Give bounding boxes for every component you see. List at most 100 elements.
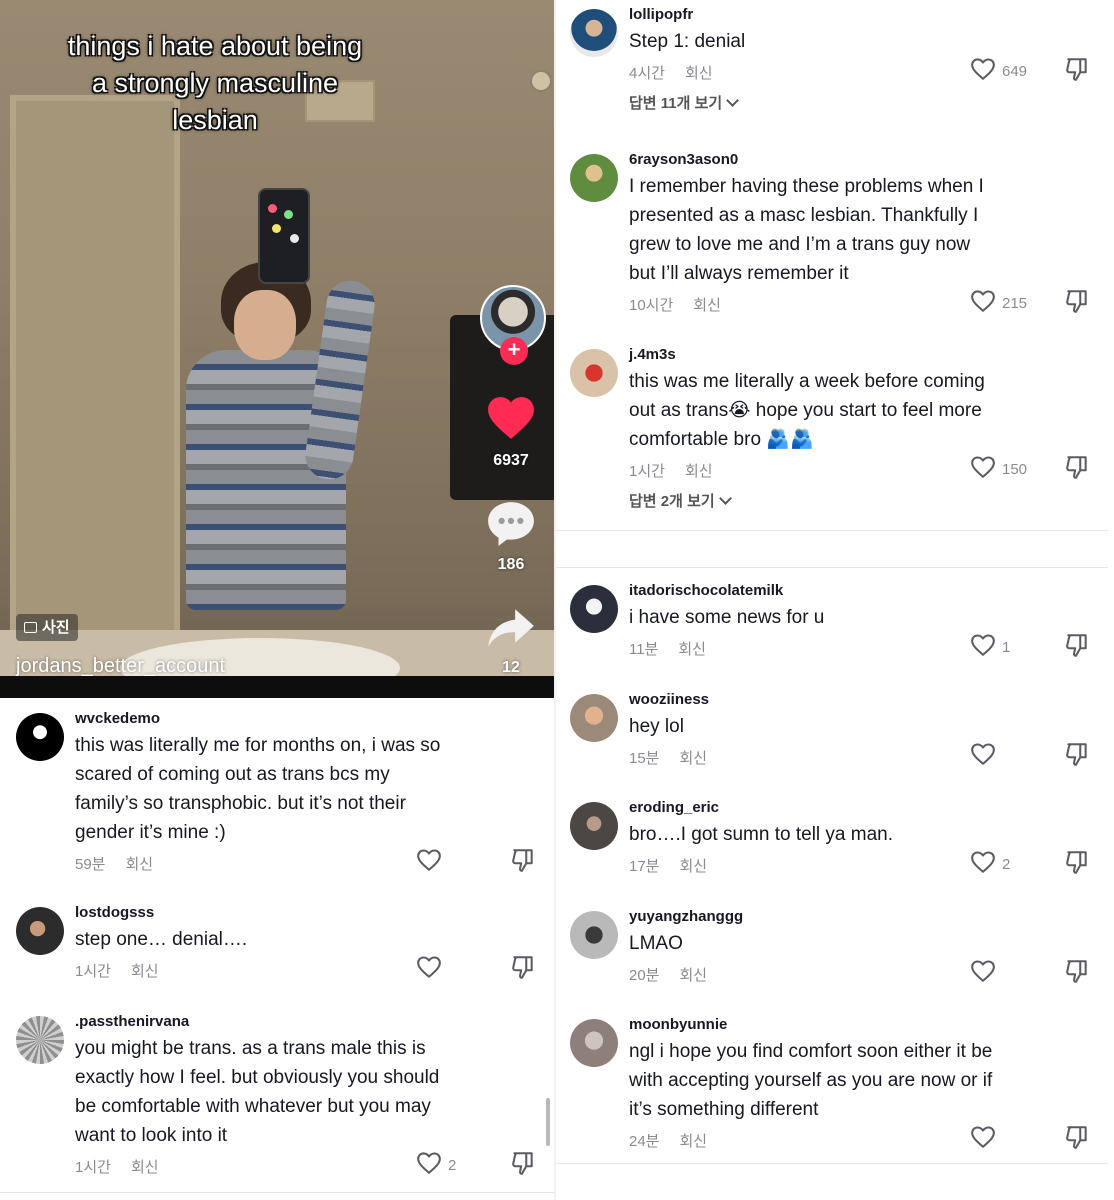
comment-like-button[interactable]: 2 bbox=[416, 1150, 496, 1180]
comment-text-line: I remember having these problems when I bbox=[629, 176, 984, 197]
commenter-avatar[interactable] bbox=[570, 694, 618, 742]
photo-badge: 사진 bbox=[16, 614, 78, 641]
commenter-avatar[interactable] bbox=[16, 713, 64, 761]
thumbs-down-icon bbox=[1064, 851, 1090, 879]
heart-outline-icon bbox=[416, 955, 442, 984]
heart-outline-icon bbox=[970, 1125, 996, 1154]
reply-button[interactable]: 회신 bbox=[680, 750, 708, 767]
commenter-username[interactable]: wvckedemo bbox=[75, 710, 160, 727]
comment-button[interactable] bbox=[484, 500, 538, 551]
comment-dislike-button[interactable] bbox=[1064, 632, 1092, 660]
comment-text-line: but I’ll always remember it bbox=[629, 263, 849, 284]
commenter-username[interactable]: lollipopfr bbox=[629, 6, 693, 23]
reply-button[interactable]: 회신 bbox=[685, 65, 713, 82]
commenter-avatar[interactable] bbox=[570, 349, 618, 397]
comment-dislike-button[interactable] bbox=[1064, 958, 1092, 986]
commenter-avatar[interactable] bbox=[570, 154, 618, 202]
commenter-avatar[interactable] bbox=[570, 585, 618, 633]
follow-plus-button[interactable]: + bbox=[500, 337, 528, 365]
reply-button[interactable]: 회신 bbox=[680, 1133, 708, 1150]
scrollbar[interactable] bbox=[546, 1098, 550, 1146]
commenter-avatar[interactable] bbox=[570, 802, 618, 850]
reply-button[interactable]: 회신 bbox=[680, 967, 708, 984]
divider bbox=[556, 567, 1108, 568]
view-replies-button[interactable]: 답변 11개 보기 bbox=[629, 92, 740, 113]
comment-meta: 1시간 회신 bbox=[75, 960, 159, 981]
comment-dislike-button[interactable] bbox=[510, 1150, 538, 1178]
commenter-username[interactable]: lostdogsss bbox=[75, 904, 154, 921]
share-button[interactable] bbox=[484, 605, 538, 656]
commenter-username[interactable]: .passthenirvana bbox=[75, 1013, 189, 1030]
person-photo bbox=[186, 250, 378, 630]
comment-text-line: family’s so transphobic. but it’s not th… bbox=[75, 793, 406, 814]
share-arrow-icon bbox=[488, 609, 534, 647]
reply-button[interactable]: 회신 bbox=[131, 963, 159, 980]
comment-meta: 17분 회신 bbox=[629, 855, 707, 876]
comment-text-line: want to look into it bbox=[75, 1125, 228, 1146]
comment-like-button[interactable]: 649 bbox=[970, 56, 1050, 86]
comment-time: 10시간 bbox=[629, 297, 674, 314]
comment-meta: 24분 회신 bbox=[629, 1130, 707, 1151]
thumbs-down-icon bbox=[1064, 743, 1090, 771]
comment-text-line: scared of coming out as trans bcs my bbox=[75, 764, 390, 785]
comment-meta: 1시간 회신 bbox=[75, 1156, 159, 1177]
comment-time: 59분 bbox=[75, 856, 106, 873]
comment-dislike-button[interactable] bbox=[1064, 1124, 1092, 1152]
comment-like-button[interactable] bbox=[970, 1124, 1050, 1154]
comment-dislike-button[interactable] bbox=[1064, 56, 1092, 84]
reply-button[interactable]: 회신 bbox=[680, 858, 708, 875]
comment-dislike-button[interactable] bbox=[1064, 454, 1092, 482]
commenter-avatar[interactable] bbox=[570, 911, 618, 959]
comment-meta: 10시간 회신 bbox=[629, 294, 721, 315]
heart-outline-icon bbox=[970, 289, 996, 318]
commenter-avatar[interactable] bbox=[570, 9, 618, 57]
comment-text-line: bro….I got sumn to tell ya man. bbox=[629, 824, 894, 845]
comment-like-button[interactable] bbox=[970, 958, 1050, 988]
comment-like-button[interactable]: 150 bbox=[970, 454, 1050, 484]
comment-dislike-button[interactable] bbox=[1064, 849, 1092, 877]
reply-button[interactable]: 회신 bbox=[131, 1159, 159, 1176]
commenter-username[interactable]: itadorischocolatemilk bbox=[629, 582, 783, 599]
divider bbox=[0, 1192, 554, 1193]
heart-outline-icon bbox=[970, 57, 996, 86]
reply-button[interactable]: 회신 bbox=[126, 856, 154, 873]
comment-dislike-button[interactable] bbox=[510, 954, 538, 982]
comment-like-count: 215 bbox=[1002, 294, 1028, 312]
comment-like-button[interactable] bbox=[416, 847, 496, 877]
comment-dislike-button[interactable] bbox=[510, 847, 538, 875]
comment-dislike-button[interactable] bbox=[1064, 288, 1092, 316]
comment-dislike-button[interactable] bbox=[1064, 741, 1092, 769]
comment-meta: 15분 회신 bbox=[629, 747, 707, 768]
comment-like-button[interactable]: 1 bbox=[970, 632, 1050, 662]
commenter-username[interactable]: 6rayson3ason0 bbox=[629, 151, 738, 168]
heart-outline-icon bbox=[970, 455, 996, 484]
commenter-avatar[interactable] bbox=[16, 1016, 64, 1064]
heart-outline-icon bbox=[416, 1151, 442, 1180]
comment-like-button[interactable]: 215 bbox=[970, 288, 1050, 318]
comment-like-count: 2 bbox=[448, 1156, 457, 1174]
chevron-down-icon bbox=[718, 492, 732, 505]
comment-time: 4시간 bbox=[629, 65, 665, 82]
comment-like-button[interactable]: 2 bbox=[970, 849, 1050, 879]
comment-time: 17분 bbox=[629, 858, 660, 875]
video-player[interactable]: things i hate about being a strongly mas… bbox=[0, 0, 554, 698]
commenter-username[interactable]: eroding_eric bbox=[629, 799, 719, 816]
like-button[interactable] bbox=[484, 395, 538, 446]
comment-time: 15분 bbox=[629, 750, 660, 767]
reply-button[interactable]: 회신 bbox=[678, 641, 706, 658]
comment-like-button[interactable] bbox=[416, 954, 496, 984]
commenter-username[interactable]: yuyangzhanggg bbox=[629, 908, 743, 925]
comment-like-button[interactable] bbox=[970, 741, 1050, 771]
commenter-avatar[interactable] bbox=[16, 907, 64, 955]
commenter-username[interactable]: wooziiness bbox=[629, 691, 709, 708]
thumbs-down-icon bbox=[510, 956, 536, 984]
reply-button[interactable]: 회신 bbox=[685, 463, 713, 480]
view-replies-button[interactable]: 답변 2개 보기 bbox=[629, 490, 732, 511]
commenter-username[interactable]: j.4m3s bbox=[629, 346, 676, 363]
video-author-username[interactable]: jordans_better_account bbox=[16, 655, 225, 678]
comment-text-line: you might be trans. as a trans male this… bbox=[75, 1038, 426, 1059]
commenter-username[interactable]: moonbyunnie bbox=[629, 1016, 727, 1033]
commenter-avatar[interactable] bbox=[570, 1019, 618, 1067]
reply-button[interactable]: 회신 bbox=[693, 297, 721, 314]
divider bbox=[556, 530, 1108, 531]
